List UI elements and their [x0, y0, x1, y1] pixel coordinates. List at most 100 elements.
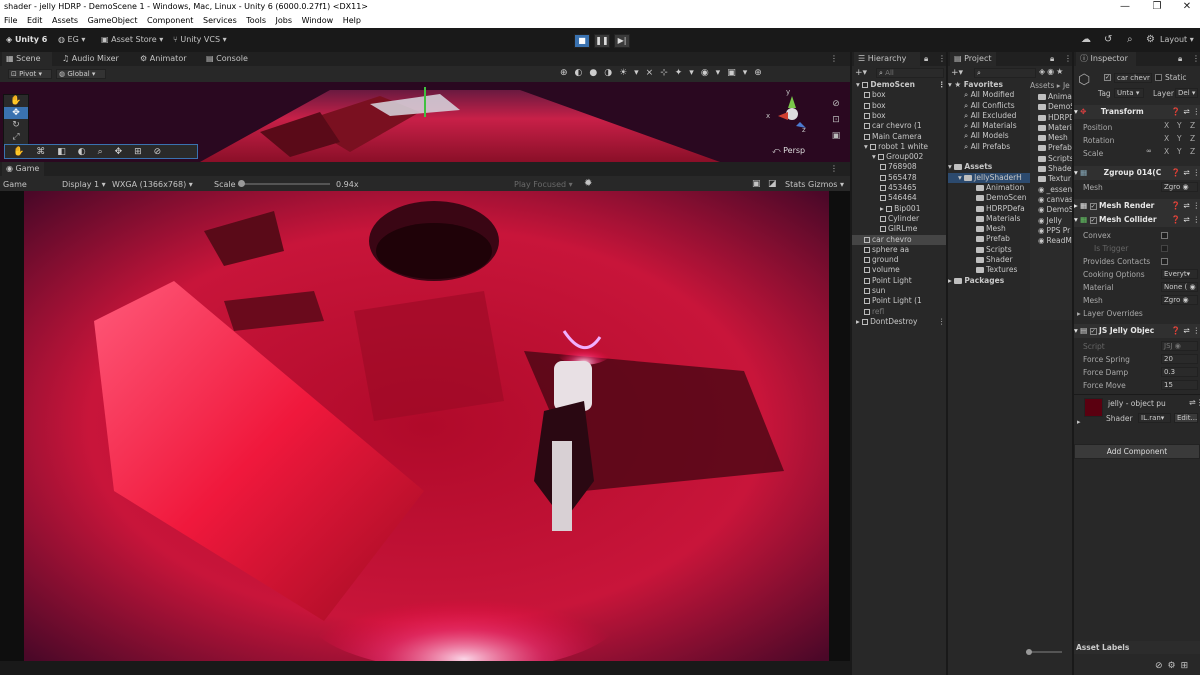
asset-labels-header[interactable]: Asset Labels — [1074, 641, 1200, 654]
favorite-item[interactable]: ⌕ All Materials — [948, 121, 1030, 131]
material-foldout-icon[interactable]: ▸ — [1077, 418, 1081, 426]
favorite-item[interactable]: ⌕ All Models — [948, 131, 1030, 141]
menu-file[interactable]: File — [4, 16, 17, 25]
asset-store-dropdown[interactable]: ▣ Asset Store ▾ — [101, 33, 163, 47]
force-move-field[interactable]: 15 — [1161, 380, 1198, 390]
tab-animator[interactable]: ⚙ Animator — [136, 52, 187, 66]
display-dropdown[interactable]: Display 1 ▾ — [62, 178, 106, 192]
tab-project[interactable]: ▤ Project — [950, 52, 996, 66]
project-item[interactable]: Scripts — [1030, 154, 1072, 164]
hierarchy-row[interactable]: 768908 — [852, 162, 946, 172]
project-item[interactable]: HDRPD — [1030, 113, 1072, 123]
axis-x-label[interactable]: X — [1164, 147, 1169, 156]
stats-button[interactable]: Stats — [785, 178, 805, 192]
asset-folder-item[interactable]: HDRPDefa — [948, 204, 1030, 214]
scene-overlay-toolbar[interactable]: ✋⌘◧◐⌕✥⊞⊘ — [4, 144, 198, 159]
asset-folder-item[interactable]: DemoScen — [948, 193, 1030, 203]
hierarchy-row[interactable]: box — [852, 90, 946, 100]
jelly-script-checkbox[interactable]: ✓ — [1089, 327, 1097, 335]
asset-folder-item[interactable]: Textures — [948, 265, 1030, 275]
assets-root-folder[interactable]: ▾ JellyShaderH — [948, 172, 1030, 183]
convex-checkbox[interactable] — [1161, 232, 1168, 239]
panel-menu-icon[interactable]: ⋮ — [830, 54, 838, 63]
mesh-collider-actions[interactable]: ❓⇌⋮ — [1171, 213, 1200, 227]
favorite-item[interactable]: ⌕ All Conflicts — [948, 101, 1030, 111]
hierarchy-row[interactable]: 546464 — [852, 193, 946, 203]
mesh-filter-header[interactable]: ▾ ▦ Zgroup 014(C ❓⇌⋮ — [1074, 166, 1200, 180]
hierarchy-row[interactable]: ▸ Bip001 — [852, 204, 946, 214]
hierarchy-row[interactable]: 565478 — [852, 173, 946, 183]
hierarchy-row[interactable]: car chevro — [852, 234, 946, 245]
scene-side-tools[interactable]: ⊘ ⊡ ▣ — [826, 96, 846, 148]
jelly-script-actions[interactable]: ❓⇌⋮ — [1171, 324, 1200, 338]
search-icon[interactable]: ⌕ — [1127, 33, 1133, 47]
provides-contacts-checkbox[interactable] — [1161, 258, 1168, 265]
menu-tools[interactable]: Tools — [246, 16, 266, 25]
hierarchy-row[interactable]: box — [852, 101, 946, 111]
hierarchy-row[interactable]: car chevro (1 — [852, 121, 946, 131]
history-icon[interactable]: ↺ — [1104, 33, 1112, 47]
close-button[interactable]: ✕ — [1172, 0, 1200, 14]
force-damp-field[interactable]: 0.3 — [1161, 367, 1198, 377]
tab-audio-mixer[interactable]: ♫ Audio Mixer — [58, 52, 119, 66]
game-panel-menu-icon[interactable]: ⋮ — [830, 164, 838, 173]
menu-services[interactable]: Services — [203, 16, 237, 25]
shader-edit-button[interactable]: Edit... — [1174, 413, 1198, 423]
cooking-options-dropdown[interactable]: Everyt▾ — [1161, 269, 1198, 279]
row-menu-icon[interactable]: ⋮ — [938, 80, 946, 90]
collab-icon[interactable]: ⚙ — [1146, 33, 1155, 47]
axis-y-label[interactable]: Y — [1177, 147, 1182, 156]
axis-y-label[interactable]: Y — [1177, 134, 1182, 143]
hierarchy-row[interactable]: 453465 — [852, 183, 946, 193]
project-item[interactable]: DemoS — [1030, 102, 1072, 112]
material-actions-icon[interactable]: ⇌⋮ — [1189, 398, 1200, 407]
mute-icon[interactable]: ◪ — [768, 177, 777, 191]
asset-folder-item[interactable]: Materials — [948, 214, 1030, 224]
menu-jobs[interactable]: Jobs — [276, 16, 293, 25]
axis-z-label[interactable]: Z — [1190, 121, 1195, 130]
favorite-item[interactable]: ⌕ All Prefabs — [948, 142, 1030, 152]
layer-overrides-foldout[interactable]: ▸ Layer Overrides — [1077, 307, 1143, 320]
project-item[interactable]: ◉ _essen — [1030, 185, 1072, 195]
scene-tools-palette[interactable]: ✋ ✥ ↻ ⤢ — [3, 94, 29, 146]
minimize-button[interactable]: — — [1110, 0, 1140, 14]
hierarchy-row[interactable]: refl — [852, 307, 946, 317]
add-component-button[interactable]: Add Component — [1074, 444, 1200, 459]
orientation-gizmo[interactable]: y x z — [766, 88, 810, 136]
hierarchy-row[interactable]: ▾ Group002 — [852, 152, 946, 162]
menu-window[interactable]: Window — [302, 16, 334, 25]
hierarchy-row[interactable]: GIRLme — [852, 224, 946, 234]
asset-folder-item[interactable]: Mesh — [948, 224, 1030, 234]
tab-game[interactable]: ◉ Game — [2, 162, 44, 176]
scale-slider[interactable] — [238, 180, 330, 187]
tag-dropdown[interactable]: Unta ▾ — [1114, 88, 1144, 98]
pause-button[interactable]: ❚❚ — [594, 34, 610, 48]
project-search[interactable]: ⌕ — [974, 68, 1036, 78]
scale-tool-icon[interactable]: ⤢ — [4, 131, 28, 143]
project-item[interactable]: ◉ Jelly — [1030, 216, 1072, 226]
tab-scene[interactable]: ▦ Scene — [2, 52, 52, 66]
mesh-field[interactable]: Zgro ◉ — [1161, 182, 1198, 192]
menu-assets[interactable]: Assets — [52, 16, 78, 25]
mesh-renderer-header[interactable]: ▸ ▦ ✓ Mesh Render ❓⇌⋮ — [1074, 199, 1200, 213]
asset-folder-item[interactable]: Prefab — [948, 234, 1030, 244]
axis-z-label[interactable]: Z — [1190, 134, 1195, 143]
project-item[interactable]: Materi — [1030, 123, 1072, 133]
transform-xyz-fields[interactable]: XYZXYZXYZ — [1148, 121, 1200, 161]
project-menu-icon[interactable]: ⋮ — [1064, 54, 1072, 63]
hand-tool-icon[interactable]: ✋ — [4, 95, 28, 107]
lock-icon[interactable]: 🔒︎ — [924, 54, 928, 64]
icon-size-handle[interactable] — [1026, 649, 1032, 655]
pivot-dropdown[interactable]: ⊡ Pivot ▾ — [8, 69, 52, 79]
layer-dropdown[interactable]: Del ▾ — [1175, 88, 1198, 98]
add-object-button[interactable]: +▾ — [855, 68, 867, 78]
asset-folder-item[interactable]: Animation — [948, 183, 1030, 193]
inspector-lock-icon[interactable]: 🔒︎ — [1178, 54, 1182, 64]
rotate-tool-icon[interactable]: ↻ — [4, 119, 28, 131]
game-view[interactable] — [0, 191, 850, 661]
axis-x-label[interactable]: X — [1164, 134, 1169, 143]
hierarchy-search[interactable]: ⌕ All — [876, 68, 944, 78]
debug-icon[interactable]: ✹ — [584, 177, 592, 191]
favorite-item[interactable]: ⌕ All Excluded — [948, 111, 1030, 121]
tab-inspector[interactable]: ⓘ Inspector — [1076, 52, 1136, 66]
